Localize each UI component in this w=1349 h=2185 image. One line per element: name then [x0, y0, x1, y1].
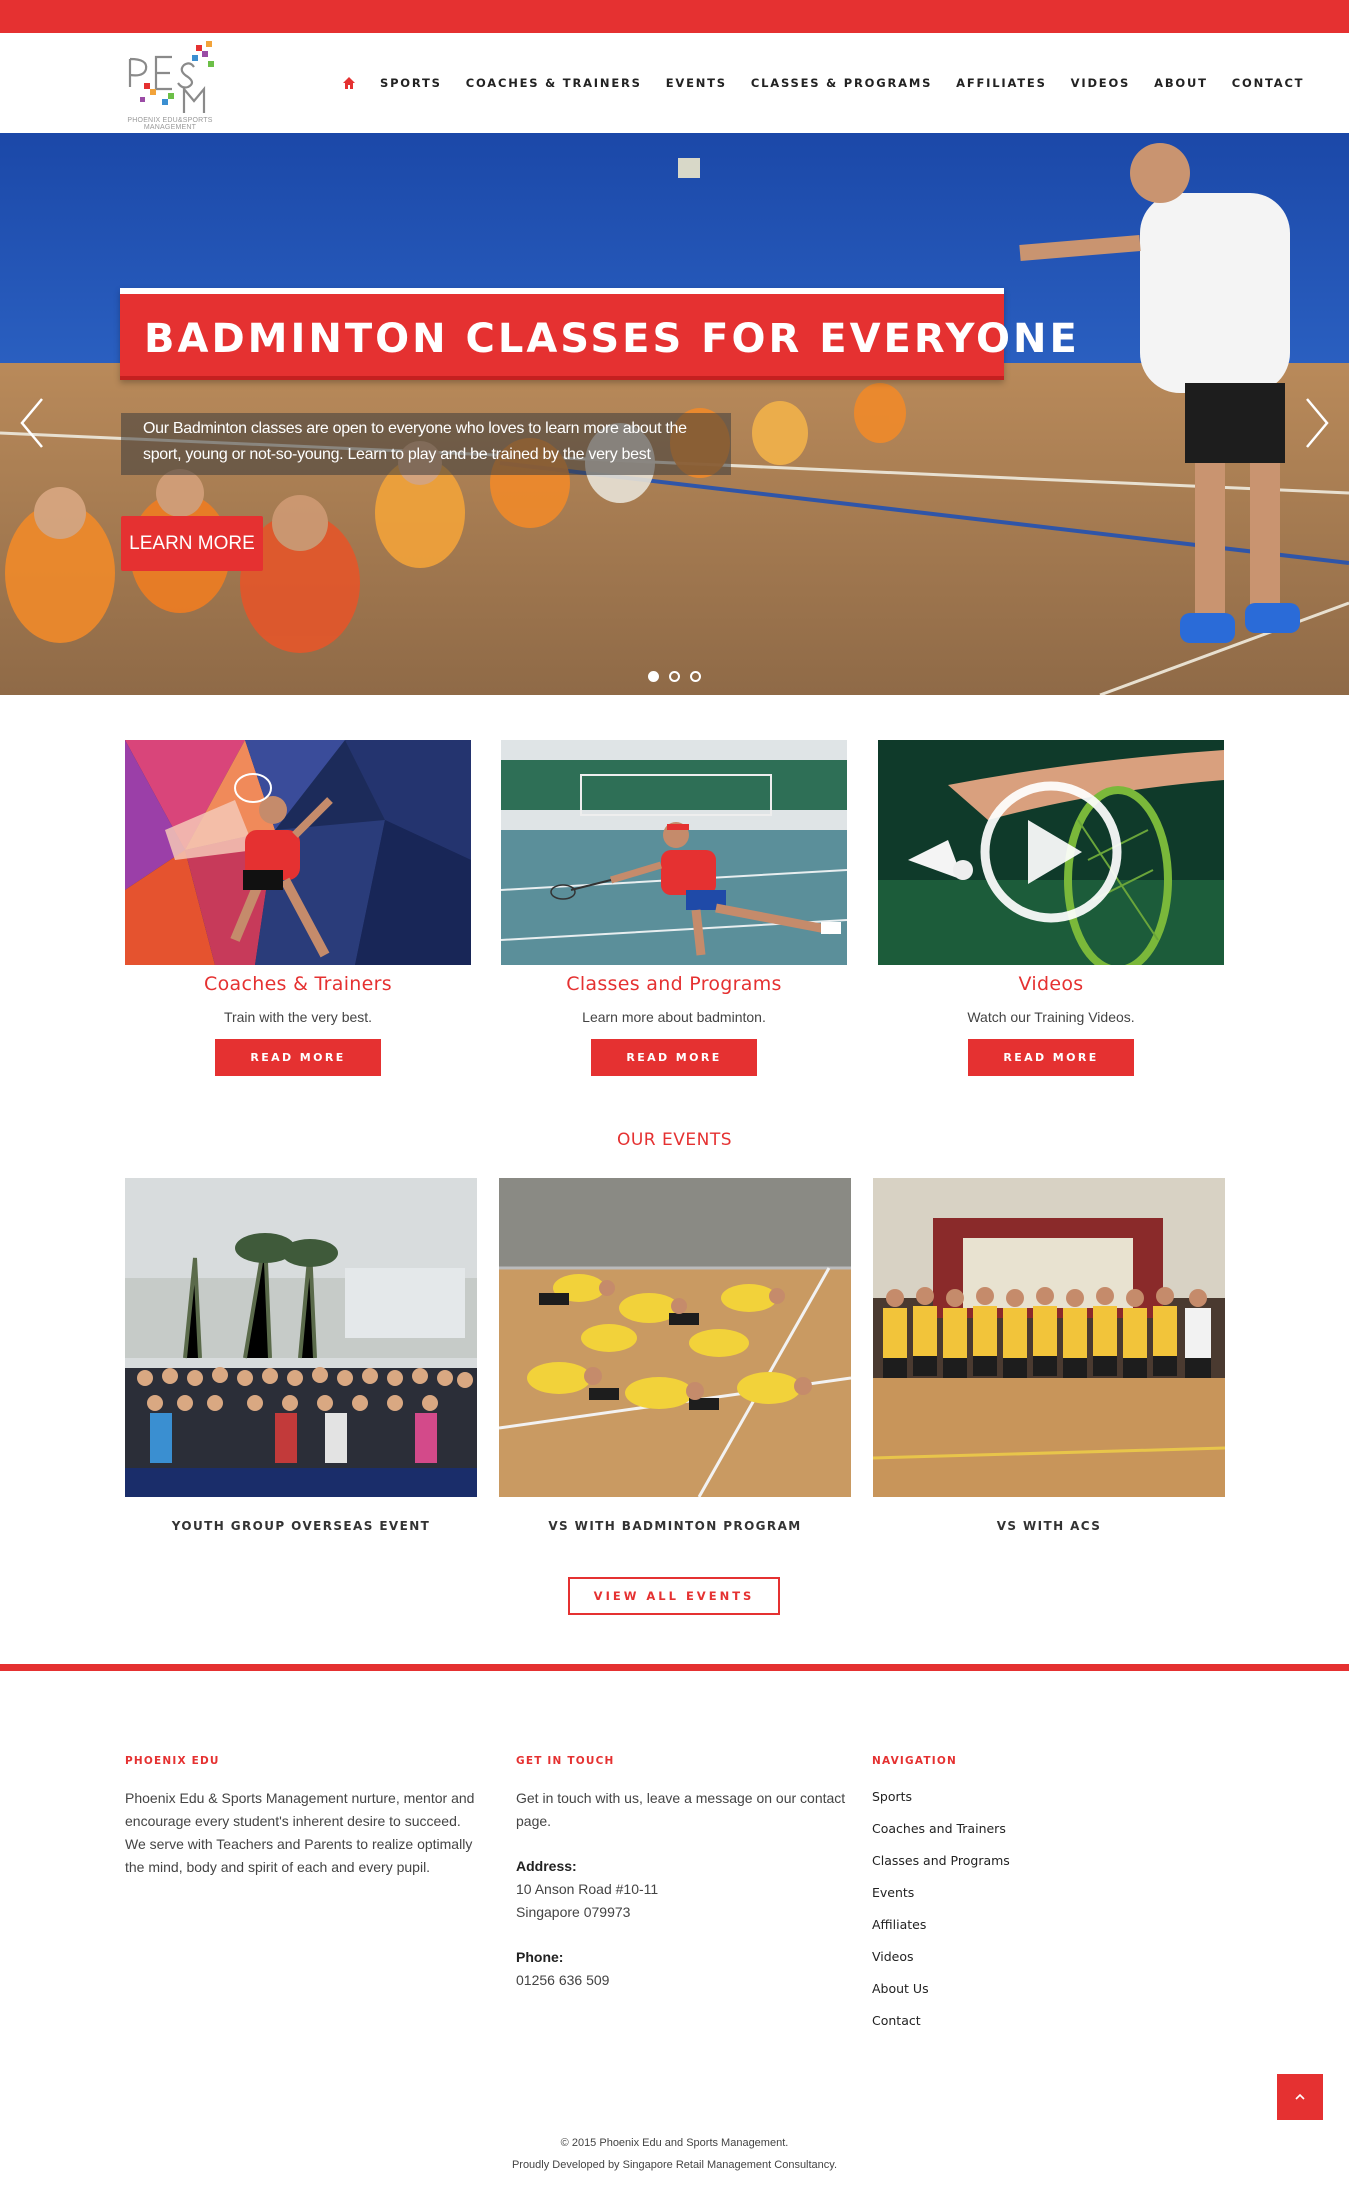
feature-title[interactable]: Classes and Programs — [501, 973, 847, 995]
nav-item-classes-programs[interactable]: CLASSES & PROGRAMS — [751, 76, 932, 90]
nav-item-contact[interactable]: CONTACT — [1232, 76, 1305, 90]
footer-link-affiliates[interactable]: Affiliates — [872, 1909, 1132, 1941]
footer-about: PHOENIX EDU Phoenix Edu & Sports Managem… — [125, 1755, 485, 1879]
event-image[interactable] — [499, 1178, 851, 1497]
main-nav: SPORTS COACHES & TRAINERS EVENTS CLASSES… — [342, 74, 1328, 92]
videos-image — [878, 740, 1224, 965]
youth-group-photo — [125, 1178, 477, 1497]
hero-description: Our Badminton classes are open to everyo… — [121, 413, 731, 475]
read-more-button[interactable]: READ MORE — [215, 1039, 381, 1076]
footer-link-classes[interactable]: Classes and Programs — [872, 1845, 1132, 1877]
address-label: Address: — [516, 1858, 577, 1874]
feature-text: Learn more about badminton. — [582, 1009, 766, 1025]
footer-navigation: NAVIGATION Sports Coaches and Trainers C… — [872, 1755, 1132, 2043]
address-line-2: Singapore 079973 — [516, 1904, 631, 1920]
nav-item-videos[interactable]: VIDEOS — [1071, 76, 1130, 90]
classes-image — [501, 740, 847, 965]
feature-classes-programs: Classes and Programs Learn more about ba… — [501, 740, 847, 1076]
feature-text: Watch our Training Videos. — [967, 1009, 1135, 1025]
site-logo[interactable]: PHOENIX EDU&SPORTS MANAGEMENT — [122, 39, 218, 131]
hero-title-box: BADMINTON CLASSES FOR EVERYONE — [120, 288, 1077, 380]
developer-credit[interactable]: Proudly Developed by Singapore Retail Ma… — [0, 2154, 1349, 2176]
feature-title[interactable]: Videos — [878, 973, 1224, 995]
footer-link-sports[interactable]: Sports — [872, 1781, 1132, 1813]
footer-about-text: Phoenix Edu & Sports Management nurture,… — [125, 1790, 475, 1875]
footer-link-events[interactable]: Events — [872, 1877, 1132, 1909]
event-image[interactable] — [873, 1178, 1225, 1497]
read-more-button[interactable]: READ MORE — [591, 1039, 757, 1076]
read-more-button[interactable]: READ MORE — [968, 1039, 1134, 1076]
footer-divider — [0, 1664, 1349, 1671]
footer-contact-heading: GET IN TOUCH — [516, 1755, 615, 1767]
slider-dot-3[interactable] — [690, 671, 701, 682]
home-icon — [343, 77, 355, 89]
feature-text: Train with the very best. — [223, 1009, 373, 1025]
footer-about-heading: PHOENIX EDU — [125, 1755, 220, 1767]
view-all-events-button[interactable]: VIEW ALL EVENTS — [568, 1577, 780, 1615]
logo-mark-icon — [128, 41, 214, 113]
back-to-top-button[interactable] — [1277, 2074, 1323, 2120]
event-image[interactable] — [125, 1178, 477, 1497]
slider-dot-1[interactable] — [648, 671, 659, 682]
chevron-up-icon — [1295, 2093, 1305, 2100]
events-heading: OUR EVENTS — [616, 1130, 733, 1150]
acs-team-photo — [873, 1178, 1225, 1497]
footer-link-contact[interactable]: Contact — [872, 2005, 1132, 2037]
feature-image-videos[interactable] — [878, 740, 1224, 965]
feature-videos: Videos Watch our Training Videos. READ M… — [878, 740, 1224, 1076]
copyright-text: © 2015 Phoenix Edu and Sports Management… — [560, 2137, 789, 2149]
footer-contact: GET IN TOUCH Get in touch with us, leave… — [516, 1755, 856, 1992]
badminton-program-photo — [499, 1178, 851, 1497]
footer-contact-text: Get in touch with us, leave a message on… — [516, 1790, 846, 1829]
nav-home[interactable] — [342, 76, 356, 90]
feature-coaches-trainers: Coaches & Trainers Train with the very b… — [125, 740, 471, 1076]
top-accent-bar — [0, 0, 1349, 33]
slider-prev-icon[interactable] — [16, 393, 46, 453]
nav-item-about[interactable]: ABOUT — [1154, 76, 1208, 90]
event-card: VS WITH BADMINTON PROGRAM — [499, 1178, 851, 1533]
event-caption[interactable]: YOUTH GROUP OVERSEAS EVENT — [125, 1519, 477, 1533]
slider-next-icon[interactable] — [1303, 393, 1333, 453]
phone-label: Phone: — [516, 1949, 564, 1965]
nav-item-affiliates[interactable]: AFFILIATES — [956, 76, 1047, 90]
nav-item-events[interactable]: EVENTS — [666, 76, 727, 90]
footer-link-videos[interactable]: Videos — [872, 1941, 1132, 1973]
event-card: VS WITH ACS — [873, 1178, 1225, 1533]
hero-title: BADMINTON CLASSES FOR EVERYONE — [144, 316, 1080, 362]
event-caption[interactable]: VS WITH BADMINTON PROGRAM — [499, 1519, 851, 1533]
learn-more-button[interactable]: LEARN MORE — [121, 516, 263, 571]
footer-nav-heading: NAVIGATION — [872, 1755, 957, 1767]
event-caption[interactable]: VS WITH ACS — [873, 1519, 1225, 1533]
feature-title[interactable]: Coaches & Trainers — [125, 973, 471, 995]
nav-item-sports[interactable]: SPORTS — [380, 76, 442, 90]
nav-item-coaches-trainers[interactable]: COACHES & TRAINERS — [466, 76, 642, 90]
slider-dot-2[interactable] — [669, 671, 680, 682]
phone-number[interactable]: 01256 636 509 — [516, 1969, 856, 1992]
footer-link-about[interactable]: About Us — [872, 1973, 1132, 2005]
logo-caption: PHOENIX EDU&SPORTS MANAGEMENT — [127, 117, 213, 131]
coaches-image — [125, 740, 471, 965]
copyright: © 2015 Phoenix Edu and Sports Management… — [0, 2132, 1349, 2176]
feature-image-coaches[interactable] — [125, 740, 471, 965]
site-header: PHOENIX EDU&SPORTS MANAGEMENT SPORTS COA… — [0, 33, 1349, 133]
feature-image-classes[interactable] — [501, 740, 847, 965]
hero-slider: BADMINTON CLASSES FOR EVERYONE Our Badmi… — [0, 133, 1349, 695]
slider-dots — [648, 671, 701, 682]
event-card: YOUTH GROUP OVERSEAS EVENT — [125, 1178, 477, 1533]
address-line-1: 10 Anson Road #10-11 — [516, 1881, 659, 1897]
footer-link-coaches[interactable]: Coaches and Trainers — [872, 1813, 1132, 1845]
